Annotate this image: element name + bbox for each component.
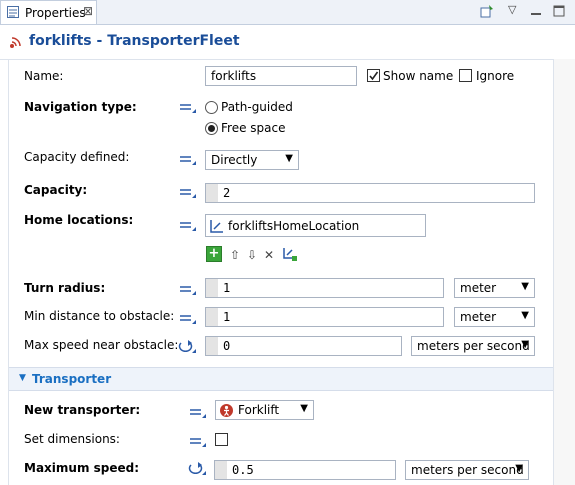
capacity-label: Capacity: [24, 183, 88, 197]
maximum-speed-label: Maximum speed: [24, 461, 140, 475]
turn-radius-label: Turn radius: [24, 281, 106, 295]
new-transporter-select[interactable]: Forklift ▼ [215, 400, 314, 420]
chevron-down-icon: ▼ [521, 310, 529, 321]
static-value-icon[interactable] [180, 153, 196, 168]
capacity-defined-label: Capacity defined: [24, 150, 130, 164]
show-name-checkbox[interactable] [367, 69, 380, 82]
maximum-speed-input[interactable]: 0.5 [214, 460, 396, 480]
navigation-type-label: Navigation type: [24, 100, 137, 114]
remove-icon[interactable]: ✕ [262, 248, 276, 262]
ignore-checkbox[interactable] [459, 69, 472, 82]
static-value-icon[interactable] [180, 283, 196, 298]
node-icon [210, 219, 224, 236]
content-border [8, 59, 9, 485]
object-header: forklifts - TransporterFleet [0, 25, 575, 60]
home-locations-list[interactable]: forkliftsHomeLocation [205, 214, 426, 237]
static-value-icon[interactable] [190, 406, 206, 421]
path-guided-label: Path-guided [221, 100, 293, 114]
dynamic-value-icon[interactable] [178, 339, 196, 356]
free-space-label: Free space [221, 121, 286, 135]
min-distance-label: Min distance to obstacle: [24, 309, 175, 323]
home-location-item[interactable]: forkliftsHomeLocation [228, 219, 359, 233]
properties-icon [7, 6, 19, 18]
arrow-down-icon[interactable]: ⇩ [245, 248, 259, 262]
min-distance-input[interactable]: 1 [205, 307, 444, 327]
close-icon[interactable]: ⊠ [83, 4, 93, 18]
tab-properties[interactable]: Properties ⊠ [0, 0, 97, 24]
path-guided-radio[interactable] [205, 101, 218, 114]
select-location-icon[interactable] [282, 246, 298, 265]
chevron-down-icon: ▼ [521, 281, 529, 292]
name-input[interactable]: forklifts [205, 66, 357, 86]
capacity-defined-select[interactable]: Directly ▼ [205, 150, 299, 170]
free-space-radio[interactable] [205, 122, 218, 135]
minimize-icon[interactable] [529, 4, 543, 18]
static-value-icon[interactable] [180, 219, 196, 234]
collapse-arrow-icon: ▼ [19, 373, 26, 383]
static-value-icon[interactable] [180, 101, 196, 116]
show-name-label: Show name [383, 69, 454, 83]
view-menu-icon[interactable]: ▽ [508, 3, 522, 17]
max-speed-near-input[interactable]: 0 [205, 336, 402, 356]
tab-label: Properties [25, 6, 86, 20]
scrollbar[interactable] [554, 59, 575, 485]
static-value-icon[interactable] [180, 186, 196, 201]
ignore-label: Ignore [476, 69, 515, 83]
set-dimensions-label: Set dimensions: [24, 432, 120, 446]
min-distance-unit-select[interactable]: meter ▼ [454, 307, 535, 327]
arrow-up-icon[interactable]: ⇧ [228, 248, 242, 262]
max-speed-near-unit-select[interactable]: meters per second ▼ [411, 336, 535, 356]
dynamic-value-icon[interactable] [188, 461, 206, 478]
chevron-down-icon: ▼ [515, 463, 523, 474]
name-label: Name: [24, 69, 64, 83]
maximize-icon[interactable] [552, 4, 566, 18]
agent-icon [220, 404, 233, 417]
add-icon[interactable]: + [206, 246, 222, 262]
home-locations-label: Home locations: [24, 213, 134, 227]
chevron-down-icon: ▼ [285, 153, 293, 164]
transporter-fleet-icon [9, 37, 23, 49]
set-dimensions-checkbox[interactable] [215, 433, 228, 446]
tab-bar: Properties ⊠ ▽ [0, 0, 575, 25]
turn-radius-input[interactable]: 1 [205, 278, 444, 298]
turn-radius-unit-select[interactable]: meter ▼ [454, 278, 535, 298]
maximum-speed-unit-select[interactable]: meters per second ▼ [405, 460, 529, 480]
chevron-down-icon: ▼ [300, 403, 308, 414]
max-speed-near-label: Max speed near obstacle: [24, 338, 179, 352]
transporter-section-header[interactable]: ▼ Transporter [9, 367, 553, 391]
static-value-icon[interactable] [180, 312, 196, 327]
page-title: forklifts - TransporterFleet [29, 33, 240, 49]
pin-icon[interactable] [480, 4, 494, 18]
chevron-down-icon: ▼ [521, 339, 529, 350]
new-transporter-label: New transporter: [24, 403, 141, 417]
capacity-input[interactable]: 2 [205, 183, 535, 203]
section-title: Transporter [32, 372, 112, 386]
static-value-icon[interactable] [190, 435, 206, 450]
